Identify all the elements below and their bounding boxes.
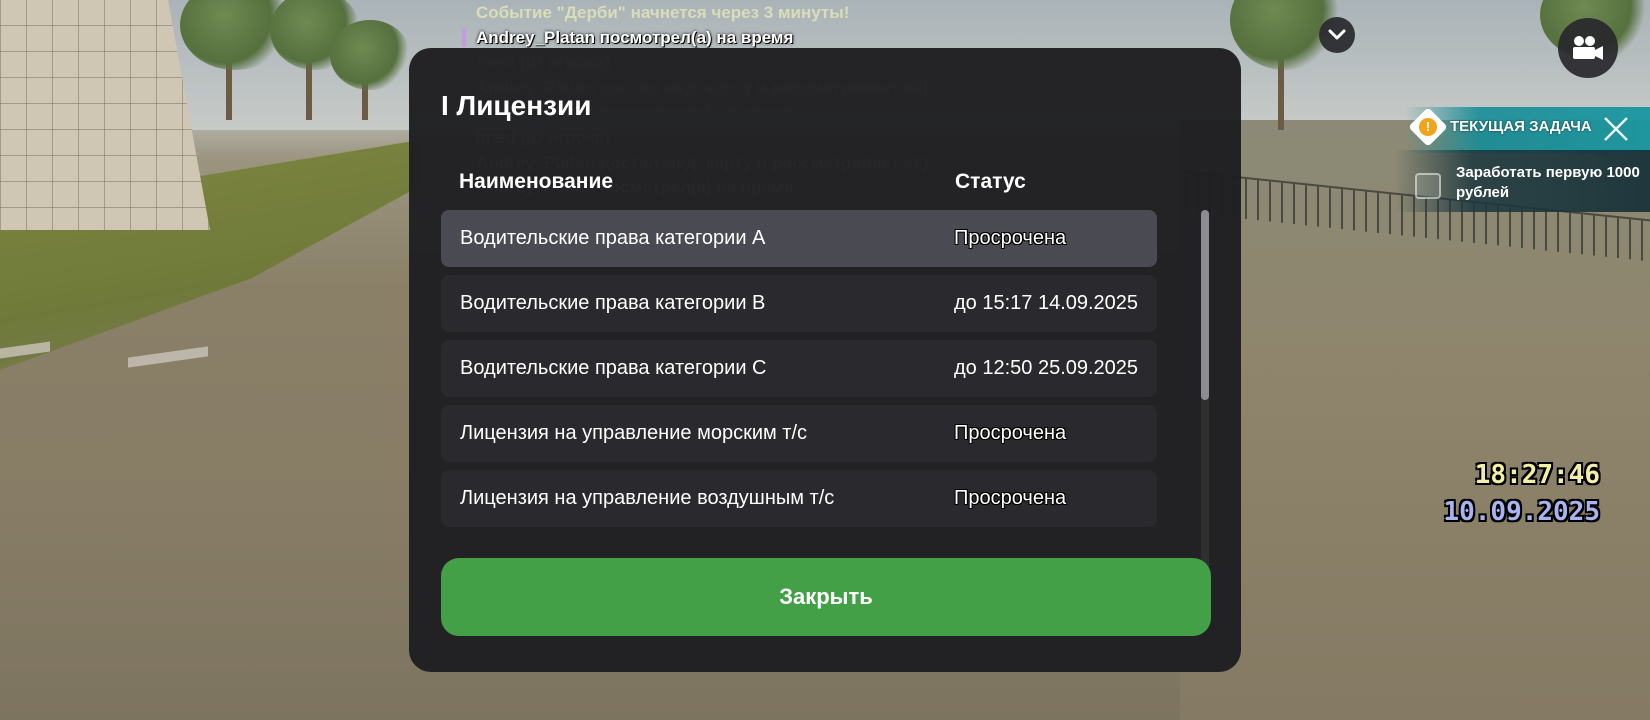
license-status: Просрочена [954, 422, 1067, 444]
license-name: Водительские права категории B [460, 292, 766, 314]
license-name: Водительские права категории C [460, 357, 767, 379]
scrollbar-thumb[interactable] [1201, 210, 1209, 400]
game-time: 18:27:46 [1474, 460, 1600, 490]
license-status: Просрочена [954, 487, 1067, 509]
game-date: 10.09.2025 [1443, 497, 1600, 527]
chat-message-text: Andrey_Platan посмотрел(а) на время [476, 28, 794, 47]
licenses-dialog: I Лицензии Наименование Статус Водительс… [409, 48, 1241, 672]
license-row[interactable]: Водительские права категории B до 15:17 1… [441, 275, 1157, 332]
license-name: Водительские права категории A [460, 227, 766, 249]
chat-message-text: Событие "Дерби" начнется через 3 минуты! [476, 3, 850, 22]
chevron-down-icon [1328, 29, 1346, 40]
license-row[interactable]: Лицензия на управление воздушным т/с Прос… [441, 470, 1157, 527]
column-header-name: Наименование [459, 170, 614, 193]
license-status: Просрочена [954, 227, 1067, 249]
collapse-button[interactable] [1319, 17, 1355, 53]
video-camera-icon [1573, 36, 1603, 60]
close-button[interactable]: Закрыть [441, 558, 1211, 636]
license-row[interactable]: Водительские права категории A Просрочена [441, 210, 1157, 267]
license-status: до 15:17 14.09.2025 [954, 292, 1139, 314]
chat-marker [462, 28, 466, 47]
license-row[interactable]: Лицензия на управление морским т/с Просро… [441, 405, 1157, 462]
license-name: Лицензия на управление морским т/с [460, 422, 808, 444]
task-checkbox[interactable] [1415, 173, 1441, 199]
close-icon[interactable] [1601, 114, 1631, 144]
road-marking [128, 346, 208, 368]
license-row[interactable]: Водительские права категории C до 12:50 2… [441, 340, 1157, 397]
tree [330, 20, 410, 90]
camera-button[interactable] [1558, 18, 1618, 78]
warning-icon: ! [1419, 118, 1437, 136]
task-description: Заработать первую 1000 рублей [1456, 164, 1640, 201]
chat-message: Событие "Дерби" начнется через 3 минуты! [460, 0, 1020, 25]
license-list[interactable]: Водительские права категории A Просрочена… [441, 210, 1157, 572]
chat-message: Andrey_Platan посмотрел(а) на время [460, 25, 1020, 50]
license-name: Лицензия на управление воздушным т/с [460, 487, 835, 509]
dialog-title: I Лицензии [441, 90, 592, 121]
column-header-status: Статус [955, 170, 1026, 193]
license-status: до 12:50 25.09.2025 [954, 357, 1139, 379]
task-title: ТЕКУЩАЯ ЗАДАЧА [1450, 118, 1592, 135]
